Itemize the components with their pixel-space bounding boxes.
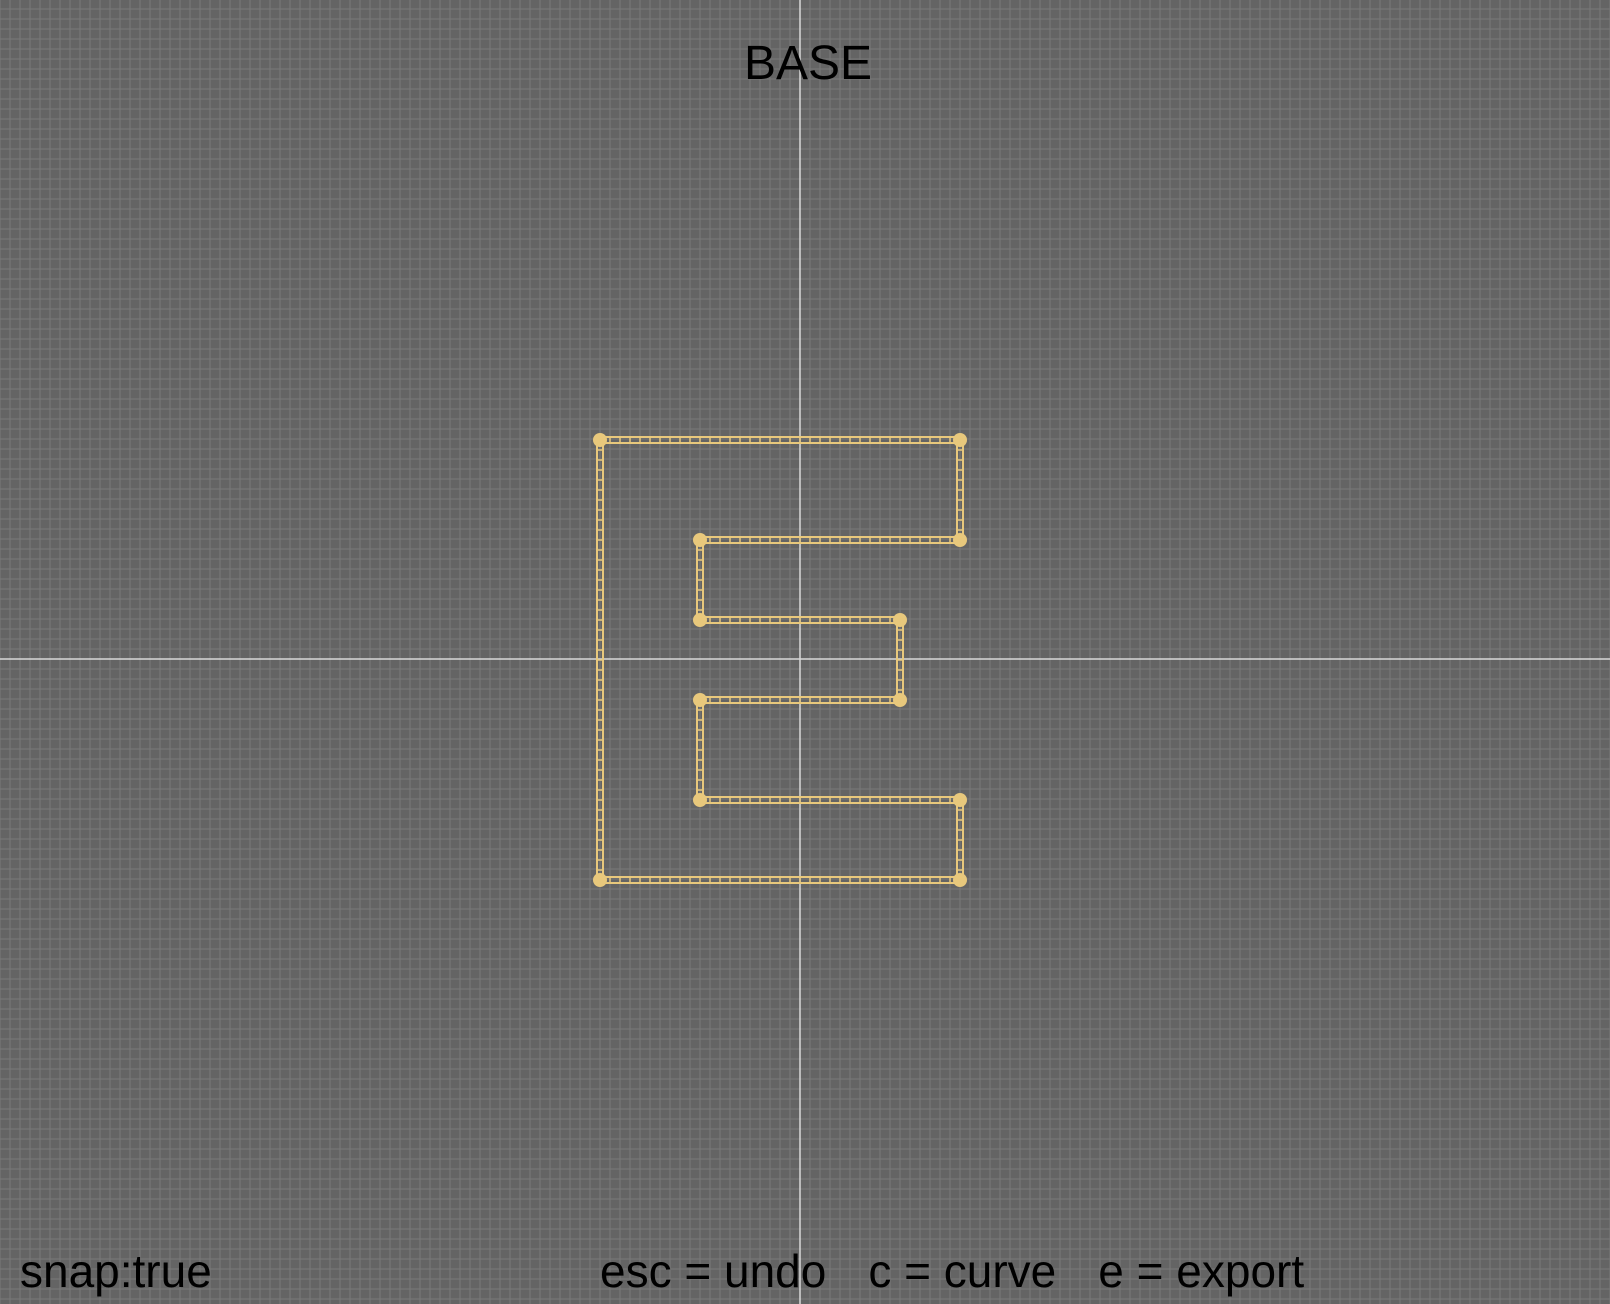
shape-edge <box>600 876 960 884</box>
shape-edge <box>700 796 960 804</box>
snap-status: snap:true <box>20 1245 212 1297</box>
vertex-handle[interactable] <box>693 693 707 707</box>
vertex-handle[interactable] <box>953 793 967 807</box>
shortcut-curve-hint: c = curve <box>868 1245 1057 1297</box>
shortcut-hints: esc = undo c = curve e = export <box>600 1248 1304 1294</box>
vertex-handle[interactable] <box>693 613 707 627</box>
vertex-handle[interactable] <box>953 533 967 547</box>
vertex-handle[interactable] <box>593 433 607 447</box>
axes <box>0 0 1610 1304</box>
shortcut-undo-hint: esc = undo <box>600 1245 827 1297</box>
vertex-handle[interactable] <box>893 693 907 707</box>
grid-lines <box>0 0 1610 1304</box>
vertex-handle[interactable] <box>953 873 967 887</box>
vertex-handle[interactable] <box>693 793 707 807</box>
vertex-handle[interactable] <box>693 533 707 547</box>
vertex-handle[interactable] <box>893 613 907 627</box>
mode-title: BASE <box>743 37 873 90</box>
shortcut-export-hint: e = export <box>1098 1245 1305 1297</box>
drawing-canvas[interactable]: BASE snap:true esc = undo c = curve e = ex… <box>0 0 1610 1304</box>
vertex-handle[interactable] <box>593 873 607 887</box>
canvas-surface[interactable] <box>0 0 1610 1304</box>
shape-edge <box>700 616 900 624</box>
shape-edge <box>700 536 960 544</box>
shape-edge <box>600 436 960 444</box>
shape-edge <box>700 696 900 704</box>
vertex-handle[interactable] <box>953 433 967 447</box>
